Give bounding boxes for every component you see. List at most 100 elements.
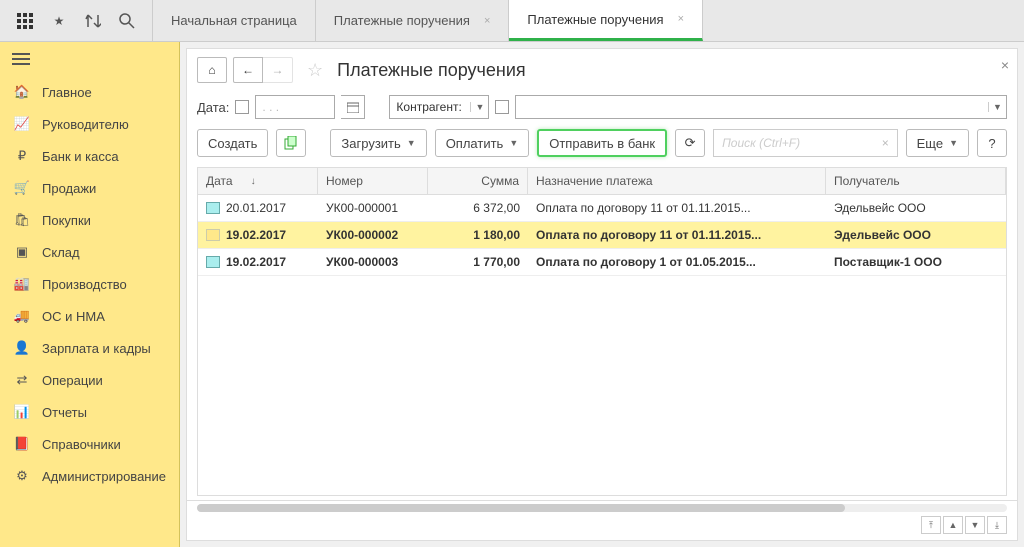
date-filter-checkbox[interactable] (235, 100, 249, 114)
sidebar-item-main[interactable]: 🏠Главное (0, 76, 179, 108)
tab-start-page[interactable]: Начальная страница (152, 0, 316, 41)
home-button[interactable]: ⌂ (197, 57, 227, 83)
topbar-icons: ★ (0, 12, 152, 30)
page-title: Платежные поручения (337, 60, 526, 81)
main: 🏠Главное 📈 Руководителю ₽ Банк и касса 🛒 Пр… (0, 42, 1024, 547)
favorite-icon[interactable]: ☆ (307, 60, 323, 81)
gear-icon: ⚙ (12, 468, 32, 484)
sidebar-item-purchases[interactable]: 🛍 Покупки (0, 204, 179, 236)
factory-icon: 🏭 (12, 276, 32, 292)
counterparty-label-combo[interactable]: Контрагент: ▼ (389, 95, 489, 119)
chevron-down-icon[interactable]: ▼ (470, 102, 488, 112)
sidebar-item-reports[interactable]: 📊Отчеты (0, 396, 179, 428)
cart-icon: 🛒 (12, 180, 32, 196)
nav-up-button[interactable]: ▲ (943, 516, 963, 534)
sidebar-item-bank[interactable]: ₽ Банк и касса (0, 140, 179, 172)
sort-asc-icon: ↓ (251, 176, 256, 187)
table-row[interactable]: 19.02.2017 УК00-000003 1 770,00 Оплата п… (198, 249, 1006, 276)
sidebar-item-label: Операции (42, 373, 103, 388)
forward-button[interactable]: → (263, 57, 293, 83)
search-icon[interactable] (118, 12, 136, 30)
chevron-down-icon: ▼ (407, 138, 416, 148)
sidebar-item-label: Руководителю (42, 117, 129, 132)
table-body: 20.01.2017 УК00-000001 6 372,00 Оплата п… (198, 195, 1006, 495)
nav-first-button[interactable]: ⤒ (921, 516, 941, 534)
help-button[interactable]: ? (977, 129, 1007, 157)
sidebar-item-label: Банк и касса (42, 149, 119, 164)
sidebar-item-operations[interactable]: ⇄ Операции (0, 364, 179, 396)
chevron-down-icon[interactable]: ▼ (988, 102, 1006, 112)
doc-icon (206, 229, 220, 241)
counterparty-filter-combo[interactable]: ▼ (515, 95, 1007, 119)
close-icon[interactable]: × (484, 15, 490, 27)
sidebar-item-assets[interactable]: 🚚ОС и НМА (0, 300, 179, 332)
report-icon: 📊 (12, 404, 32, 420)
content-header: ⌂ ← → ☆ Платежные поручения (187, 49, 1017, 91)
date-picker-button[interactable] (341, 95, 365, 119)
tab-payment-orders-2[interactable]: Платежные поручения× (509, 0, 703, 41)
sidebar-item-label: Продажи (42, 181, 96, 196)
horizontal-scrollbar[interactable] (187, 500, 1017, 514)
table-row[interactable]: 20.01.2017 УК00-000001 6 372,00 Оплата п… (198, 195, 1006, 222)
sidebar-item-label: Покупки (42, 213, 91, 228)
col-number[interactable]: Номер (318, 168, 428, 194)
refresh-button[interactable]: ⟳ (675, 129, 705, 157)
nav-group: ← → (233, 57, 293, 83)
date-filter-label: Дата: (197, 100, 229, 115)
back-button[interactable]: ← (233, 57, 263, 83)
sidebar-item-warehouse[interactable]: ▣Склад (0, 236, 179, 268)
topbar: ★ Начальная страница Платежные поручения… (0, 0, 1024, 42)
ruble-icon: ₽ (12, 148, 32, 164)
sidebar-item-salary[interactable]: 👤Зарплата и кадры (0, 332, 179, 364)
truck-icon: 🚚 (12, 308, 32, 324)
col-date[interactable]: Дата↓ (198, 168, 318, 194)
content: × ⌂ ← → ☆ Платежные поручения Дата: . . … (186, 48, 1018, 541)
sidebar-item-catalogs[interactable]: 📕 Справочники (0, 428, 179, 460)
sidebar-item-manager[interactable]: 📈 Руководителю (0, 108, 179, 140)
apps-icon[interactable] (16, 12, 34, 30)
search-input[interactable]: Поиск (Ctrl+F) × (713, 129, 898, 157)
sidebar-item-label: Справочники (42, 437, 121, 452)
history-icon[interactable] (84, 12, 102, 30)
basket-icon: 🛍 (12, 212, 32, 228)
book-icon: 📕 (12, 436, 32, 452)
tabs: Начальная страница Платежные поручения× … (152, 0, 703, 41)
chart-icon: 📈 (12, 116, 32, 132)
scroll-track (197, 504, 1007, 512)
col-recipient[interactable]: Получатель (826, 168, 1006, 194)
sidebar-item-label: Администрирование (42, 469, 166, 484)
counterparty-filter-checkbox[interactable] (495, 100, 509, 114)
tab-label: Платежные поручения (334, 13, 470, 28)
sidebar-item-production[interactable]: 🏭 Производство (0, 268, 179, 300)
close-page-button[interactable]: × (1001, 57, 1009, 73)
table-row[interactable]: 19.02.2017 УК00-000002 1 180,00 Оплата п… (198, 222, 1006, 249)
send-to-bank-button[interactable]: Отправить в банк (537, 129, 667, 157)
sidebar-item-admin[interactable]: ⚙ Администрирование (0, 460, 179, 492)
nav-down-button[interactable]: ▼ (965, 516, 985, 534)
tab-payment-orders-1[interactable]: Платежные поручения × (316, 0, 510, 41)
pay-button[interactable]: Оплатить▼ (435, 129, 530, 157)
ops-icon: ⇄ (12, 372, 32, 388)
sidebar-item-label: Производство (42, 277, 127, 292)
sidebar-item-sales[interactable]: 🛒 Продажи (0, 172, 179, 204)
clear-search-icon[interactable]: × (882, 136, 889, 150)
copy-button[interactable] (276, 129, 306, 157)
person-icon: 👤 (12, 340, 32, 356)
close-icon[interactable]: × (678, 13, 684, 25)
scroll-thumb[interactable] (197, 504, 845, 512)
table: Дата↓ Номер Сумма Назначение платежа Пол… (197, 167, 1007, 496)
col-purpose[interactable]: Назначение платежа (528, 168, 826, 194)
chevron-down-icon: ▼ (949, 138, 958, 148)
doc-icon (206, 202, 220, 214)
load-button[interactable]: Загрузить▼ (330, 129, 426, 157)
nav-last-button[interactable]: ⤓ (987, 516, 1007, 534)
create-button[interactable]: Создать (197, 129, 268, 157)
col-sum[interactable]: Сумма (428, 168, 528, 194)
filter-row: Дата: . . . Контрагент: ▼ ▼ (187, 91, 1017, 123)
more-button[interactable]: Еще▼ (906, 129, 969, 157)
sidebar-toggle[interactable] (0, 42, 179, 76)
doc-icon (206, 256, 220, 268)
star-icon[interactable]: ★ (50, 12, 68, 30)
tab-label: Начальная страница (171, 13, 297, 28)
date-filter-input[interactable]: . . . (255, 95, 335, 119)
